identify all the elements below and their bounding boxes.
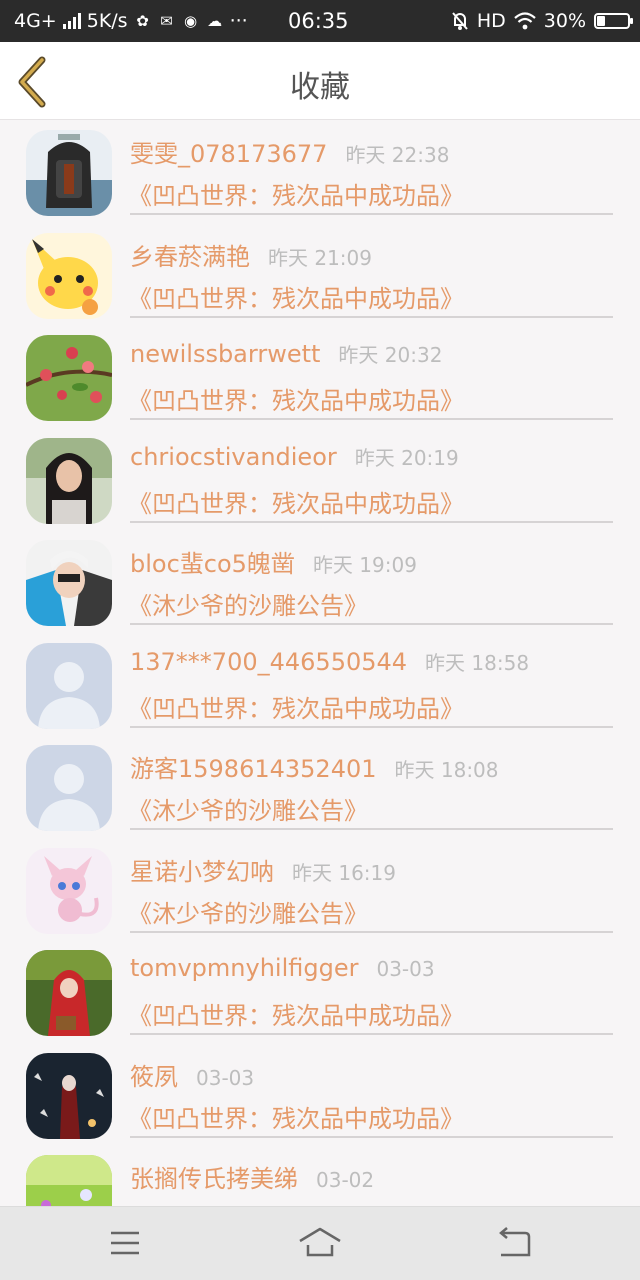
list-item[interactable]: 游客1598614352401 昨天 18:08 《沐少爷的沙雕公告》	[0, 735, 640, 838]
page-title: 收藏	[290, 70, 350, 105]
divider	[130, 315, 613, 318]
user-name: tomvpmnyhilfigger	[130, 954, 359, 982]
list-item[interactable]: 137***700_446550544 昨天 18:58 《凹凸世界：残次品中成…	[0, 633, 640, 736]
status-left: 4G+ 5K/s ✿ ✉ ◉ ☁ ···	[14, 10, 248, 32]
avatar	[26, 437, 112, 524]
clock: 06:35	[288, 9, 349, 33]
divider	[130, 418, 613, 420]
user-name: 张搁传氏拷美绨	[130, 1165, 298, 1193]
divider	[130, 520, 613, 523]
divider	[130, 725, 613, 728]
list-item[interactable]: 雯雯_078173677 昨天 22:38 《凹凸世界：残次品中成功品》	[0, 120, 640, 223]
user-name: bloc蜚co5魄凿	[130, 550, 295, 578]
system-nav-bar	[0, 1206, 640, 1280]
list-item[interactable]: newilssbarrwett 昨天 20:32 《凹凸世界：残次品中成功品》	[0, 325, 640, 428]
avatar	[26, 950, 112, 1036]
back-icon	[499, 1227, 531, 1257]
avatar	[26, 642, 112, 729]
timestamp: 昨天 16:19	[292, 860, 396, 885]
story-title[interactable]: 《沐少爷的沙雕公告》	[128, 586, 368, 621]
status-bar: 4G+ 5K/s ✿ ✉ ◉ ☁ ··· 06:35 HD 30%	[0, 0, 640, 42]
avatar	[26, 335, 112, 421]
divider	[130, 828, 613, 830]
user-name: 乡春菸满艳	[130, 242, 250, 271]
list-item[interactable]: 筱夙 03-03 《凹凸世界：残次品中成功品》	[0, 1043, 640, 1146]
avatar	[26, 1052, 112, 1139]
story-title[interactable]: 《凹凸世界：残次品中成功品》	[128, 381, 464, 416]
list-item[interactable]: bloc蜚co5魄凿 昨天 19:09 《沐少爷的沙雕公告》	[0, 530, 640, 633]
back-nav-button[interactable]	[493, 1225, 537, 1261]
story-title[interactable]: 《凹凸世界：残次品中成功品》	[128, 484, 464, 519]
story-title[interactable]: 《凹凸世界：残次品中成功品》	[128, 689, 464, 724]
timestamp: 03-03	[196, 1065, 255, 1090]
divider	[130, 213, 613, 215]
avatar	[26, 745, 112, 831]
avatar	[26, 847, 112, 934]
planet-icon: ◉	[184, 12, 198, 30]
network-type: 4G+	[14, 10, 57, 32]
favorites-list: 雯雯_078173677 昨天 22:38 《凹凸世界：残次品中成功品》 乡春菸…	[0, 120, 640, 1206]
mute-bell-icon	[452, 12, 468, 30]
network-speed: 5K/s	[86, 10, 128, 32]
avatar	[26, 1155, 112, 1206]
avatar	[26, 232, 112, 319]
story-title[interactable]: 《凹凸世界：残次品中成功品》	[128, 279, 464, 314]
timestamp: 昨天 18:58	[425, 650, 530, 675]
story-title[interactable]: 《沐少爷的沙雕公告》	[128, 791, 368, 826]
battery-percent: 30%	[543, 10, 586, 32]
home-icon	[299, 1227, 341, 1257]
cloud-icon: ☁	[207, 12, 223, 30]
timestamp: 昨天 18:08	[394, 758, 499, 782]
hd-label: HD	[476, 10, 506, 32]
app-header: 收藏	[0, 42, 640, 120]
timestamp: 03-03	[376, 957, 435, 981]
timestamp: 昨天 22:38	[345, 143, 450, 167]
timestamp: 昨天 19:09	[312, 553, 417, 577]
list-item[interactable]: 乡春菸满艳 昨天 21:09 《凹凸世界：残次品中成功品》	[0, 223, 640, 326]
divider	[130, 930, 613, 933]
menu-icon	[111, 1231, 139, 1255]
fan-icon: ✿	[136, 12, 149, 30]
more-notifications-icon: ···	[229, 10, 248, 32]
avatar	[26, 130, 112, 216]
message-icon: ✉	[160, 12, 173, 30]
signal-icon	[62, 13, 81, 29]
story-title[interactable]: 《凹凸世界：残次品中成功品》	[128, 176, 464, 211]
user-name: 筱夙	[130, 1062, 178, 1091]
wifi-icon	[514, 12, 536, 30]
user-name: chriocstivandieor	[130, 442, 337, 471]
battery-icon	[594, 13, 633, 29]
timestamp: 昨天 20:19	[354, 445, 459, 470]
battery-fill	[597, 16, 605, 26]
divider	[130, 1033, 613, 1035]
divider	[130, 623, 613, 625]
list-item[interactable]: 星诺小梦幻呐 昨天 16:19 《沐少爷的沙雕公告》	[0, 838, 640, 941]
avatar	[26, 540, 112, 626]
user-name: 星诺小梦幻呐	[130, 857, 274, 886]
user-name: newilssbarrwett	[130, 340, 321, 368]
story-title[interactable]: 《沐少爷的沙雕公告》	[128, 894, 368, 929]
story-title[interactable]: 《凹凸世界：残次品中成功品》	[128, 996, 464, 1031]
list-item[interactable]: chriocstivandieor 昨天 20:19 《凹凸世界：残次品中成功品…	[0, 428, 640, 531]
timestamp: 03-02	[316, 1168, 375, 1192]
user-name: 137***700_446550544	[130, 647, 408, 676]
user-name: 游客1598614352401	[130, 755, 377, 783]
list-item[interactable]: tomvpmnyhilfigger 03-03 《凹凸世界：残次品中成功品》	[0, 940, 640, 1043]
user-name: 雯雯_078173677	[130, 140, 328, 168]
home-button[interactable]	[298, 1225, 342, 1261]
list-item[interactable]: 张搁传氏拷美绨 03-02	[0, 1145, 640, 1206]
menu-button[interactable]	[103, 1225, 147, 1261]
story-title[interactable]: 《凹凸世界：残次品中成功品》	[128, 1099, 464, 1134]
status-right: HD 30%	[451, 10, 633, 32]
timestamp: 昨天 21:09	[268, 245, 372, 270]
divider	[130, 1135, 613, 1138]
timestamp: 昨天 20:32	[338, 343, 443, 367]
